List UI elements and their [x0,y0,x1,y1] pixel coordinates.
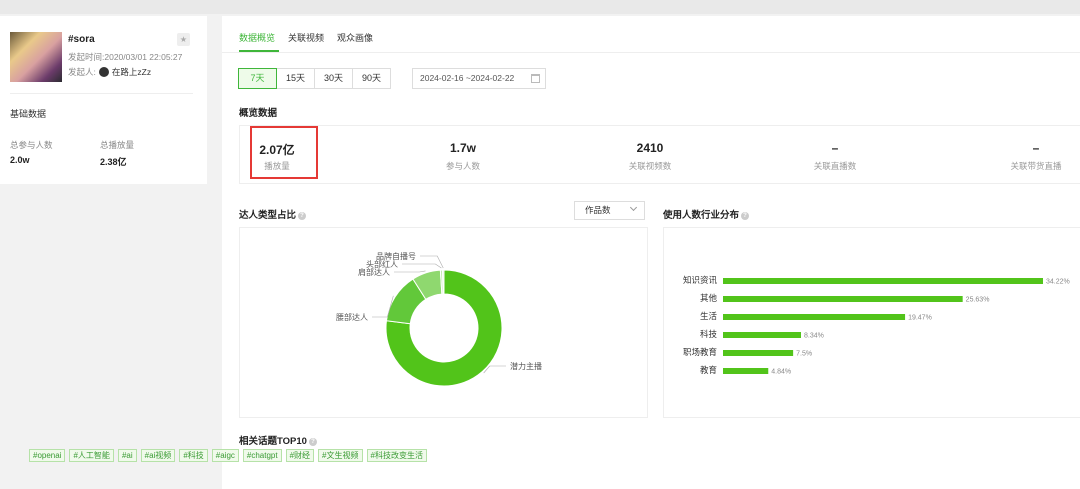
favorite-star-icon[interactable]: ★ [177,33,190,46]
bar-value-label: 19.47% [908,315,932,322]
donut-slice[interactable] [442,269,445,295]
topic-tag[interactable]: #科技 [179,449,208,462]
donut-label: 腰部达人 [336,312,368,322]
bar-value-label: 34.22% [1046,279,1070,286]
industry-title-text: 使用人数行业分布 [663,210,740,221]
bar-category-label: 生活 [700,311,718,321]
bar-value-label: 8.34% [804,333,824,340]
stat-label-plays: 总播放量 [100,140,135,150]
topic-date: 发起时间:2020/03/01 22:05:27 [68,51,182,63]
chevron-down-icon [629,203,638,212]
influencer-title-text: 达人类型占比 [239,210,297,221]
calendar-icon [531,74,540,83]
donut-label: 潜力主播 [510,361,542,371]
bar[interactable] [723,296,963,302]
topic-tag[interactable]: #aigc [211,449,239,462]
bar[interactable] [723,332,801,338]
topic-tag[interactable]: #科技改变生活 [366,449,427,462]
bar-value-label: 4.84% [771,369,791,376]
industry-bar-chart: 知识资讯 34.22% 其他 25.63% 生活 19.47% 科技 8.34% 职场教育 7.5… [663,227,1080,418]
help-icon[interactable]: ? [308,438,317,446]
date-range-text: 2024-02-16 ~2024-02-22 [420,73,515,83]
period-7d-button[interactable]: 7天 [238,68,277,89]
bar-category-label: 教育 [700,365,717,375]
overview-stats: 2.07亿 播放量 1.7w 参与人数 2410 关联视频数 – 关联直播数 –… [239,125,1080,184]
industry-title: 使用人数行业分布? [663,207,750,221]
tab-audience[interactable]: 观众画像 [337,31,373,44]
tab-overview[interactable]: 数据概览 [239,31,275,44]
topics-title-text: 相关话题TOP10 [239,436,307,447]
period-30d-button[interactable]: 30天 [314,68,353,89]
bar-category-label: 其他 [700,293,718,303]
bar-value-label: 25.63% [966,297,990,304]
help-icon[interactable]: ? [298,212,307,220]
author-avatar [98,67,109,77]
donut-svg: 潜力主播腰部达人肩部达人头部红人品牌自播号 [336,251,542,387]
date-value: 2020/03/01 22:05:27 [104,52,183,62]
topic-tag[interactable]: #人工智能 [69,449,114,462]
top-bar [0,0,1080,14]
basic-data-title: 基础数据 [10,109,47,119]
help-icon[interactable]: ? [741,212,750,220]
divider [10,93,193,94]
topic-tag[interactable]: #ai视频 [140,449,176,462]
dropdown-value: 作品数 [585,205,611,215]
bar-category-label: 科技 [700,329,718,339]
topic-info-panel: #sora ★ 发起时间:2020/03/01 22:05:27 发起人: 在路… [0,16,207,184]
stat-value-participants: 2.0w [10,155,30,165]
topic-tag[interactable]: #财经 [285,449,315,462]
date-label: 发起时间: [68,52,105,62]
bar[interactable] [723,278,1043,284]
topic-name: #sora [68,34,95,45]
stat-label-participants: 总参与人数 [10,140,53,150]
tab-related-videos[interactable]: 关联视频 [288,31,324,44]
date-range-picker[interactable]: 2024-02-16 ~2024-02-22 [412,68,546,89]
donut-leader-line [394,270,426,273]
author-name[interactable]: 在路上zZz [112,66,151,78]
donut-leader-line [402,263,442,269]
bar[interactable] [723,368,769,374]
topic-tag[interactable]: #chatgpt [242,449,282,462]
donut-label: 品牌自播号 [376,251,416,261]
author-label: 发起人: [68,67,96,77]
overview-label: 参与人数 [445,161,480,171]
overview-value: 2410 [636,141,664,155]
tab-bar: 数据概览 关联视频 观众画像 [239,31,373,44]
influencer-title: 达人类型占比? [239,207,307,221]
bar-category-label: 职场教育 [683,347,717,357]
bar-svg: 知识资讯 34.22% 其他 25.63% 生活 19.47% 科技 8.34% 职场教育 7.5… [683,275,1070,376]
overview-value: – [831,141,839,155]
topics-title: 相关话题TOP10? [239,433,317,447]
overview-label: 关联直播数 [813,161,857,171]
main-panel: 数据概览 关联视频 观众画像 7天 15天 30天 90天 2024-02-16… [222,16,1080,489]
topic-author: 发起人: 在路上zZz [68,66,151,78]
topic-tag[interactable]: #openai [29,449,66,462]
bar[interactable] [723,350,794,356]
overview-label: 关联视频数 [628,161,672,171]
overview-label: 关联带货直播 [1010,161,1062,171]
donut-leader-line [420,255,444,269]
topic-tag[interactable]: #ai [117,449,137,462]
highlight-box [250,126,318,179]
bar-value-label: 7.5% [796,351,812,358]
topic-tag[interactable]: #文生视频 [318,449,363,462]
period-selector: 7天 15天 30天 90天 [238,68,391,89]
tab-divider [222,52,1080,53]
period-15d-button[interactable]: 15天 [276,68,315,89]
overview-value: 1.7w [449,141,476,155]
bar-category-label: 知识资讯 [683,275,718,285]
stat-value-plays: 2.38亿 [100,157,127,167]
influencer-donut-chart: 潜力主播 腰部达人 肩部达人 头部红人 品牌自播号 [239,227,648,418]
overview-title: 概览数据 [239,108,278,119]
metric-dropdown[interactable]: 作品数 [574,201,645,220]
overview-value: – [1032,141,1040,155]
topic-cover-image [10,32,62,82]
bar[interactable] [723,314,906,320]
period-90d-button[interactable]: 90天 [352,68,391,89]
topic-tag-list: #openai #人工智能 #ai #ai视频 #科技 #aigc #chatgpt #财经 #… [29,449,427,462]
